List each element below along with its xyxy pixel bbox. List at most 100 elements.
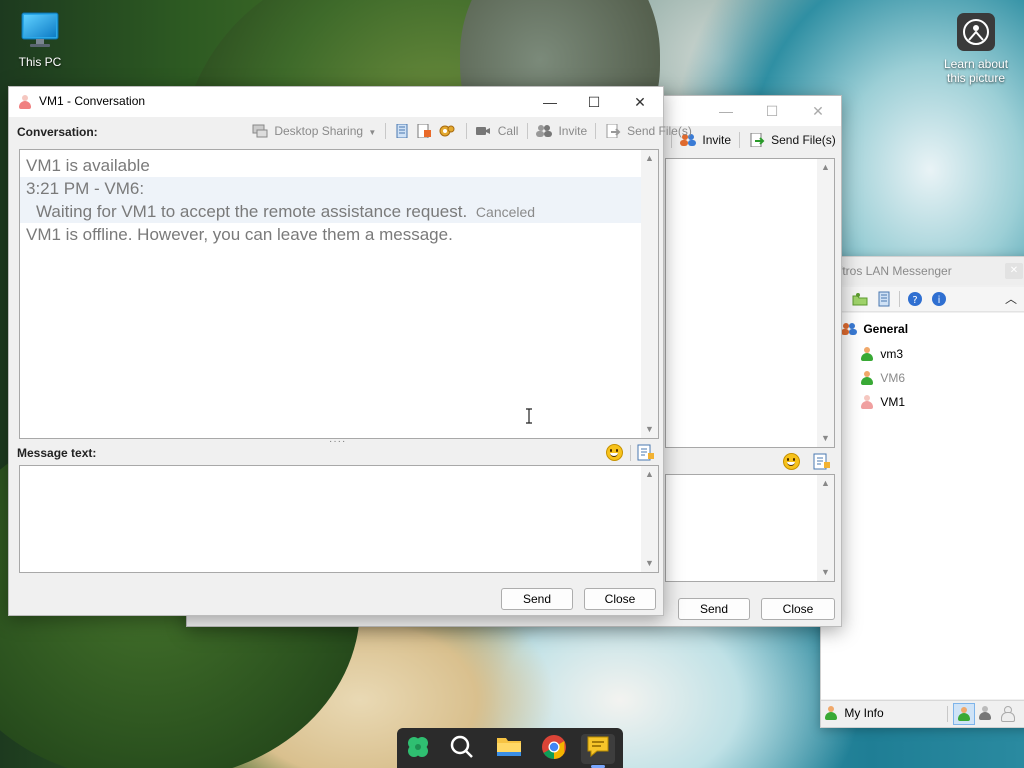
collapse-chevron-icon[interactable]: ︿ — [1005, 290, 1017, 307]
send-files-button[interactable]: Send File(s) — [605, 124, 692, 139]
request-status-label: Canceled — [475, 204, 536, 220]
folder-icon — [497, 738, 521, 756]
svg-text:i: i — [938, 295, 941, 306]
scroll-down-icon[interactable]: ▼ — [817, 564, 834, 581]
transfers-icon[interactable] — [416, 124, 432, 138]
contact-vm1[interactable]: VM1 — [861, 394, 905, 409]
settings-gears-icon[interactable] — [439, 124, 455, 138]
close-button[interactable]: Close — [584, 588, 656, 610]
message-text: VM1 is available — [26, 156, 150, 175]
message-text: VM1 is offline. However, you can leave t… — [26, 225, 453, 244]
messenger-statusbar: My Info — [821, 700, 1024, 727]
bg-maximize-icon[interactable]: ☐ — [749, 96, 795, 126]
smiley-icon — [606, 444, 623, 461]
send-files-label: Send File(s) — [627, 123, 692, 138]
chat-bubble-icon — [587, 736, 609, 758]
scroll-down-icon[interactable]: ▼ — [641, 555, 658, 572]
minimize-icon[interactable]: — — [527, 87, 573, 117]
video-camera-icon — [476, 127, 491, 136]
message-text: Waiting for VM1 to accept the remote ass… — [36, 202, 468, 221]
scroll-up-icon[interactable]: ▲ — [817, 475, 834, 492]
messenger-titlebar: ftros LAN Messenger ✕ — [821, 257, 1024, 285]
close-icon[interactable]: ✕ — [617, 87, 663, 117]
bg-close-icon[interactable]: ✕ — [795, 96, 841, 126]
scroll-up-icon[interactable]: ▲ — [641, 466, 658, 483]
message-line: Waiting for VM1 to accept the remote ass… — [20, 200, 641, 223]
conversation-window: VM1 - Conversation — ☐ ✕ Conversation: D… — [8, 86, 692, 616]
call-button[interactable]: Call — [475, 124, 518, 139]
call-label: Call — [497, 123, 519, 138]
start-button[interactable] — [401, 734, 435, 764]
chrome-icon — [542, 735, 566, 759]
search-icon — [450, 735, 473, 758]
status-busy-button[interactable] — [979, 705, 991, 720]
message-input[interactable]: ▲ ▼ — [19, 465, 659, 573]
contact-available-icon — [861, 346, 873, 361]
desktop-sharing-label: Desktop Sharing — [274, 123, 364, 138]
invite-icon — [536, 125, 553, 138]
scroll-up-icon[interactable]: ▲ — [817, 159, 834, 176]
scroll-down-icon[interactable]: ▼ — [641, 421, 658, 438]
add-contact-folder-icon[interactable] — [852, 291, 868, 307]
status-offline-button[interactable] — [1001, 705, 1015, 722]
bg-input-scrollbar[interactable]: ▲ ▼ — [817, 475, 834, 581]
message-scrollbar[interactable]: ▲ ▼ — [641, 466, 658, 572]
splitter-handle[interactable]: ···· — [329, 437, 346, 447]
font-settings-icon[interactable] — [637, 444, 655, 461]
history-icon[interactable] — [394, 124, 410, 138]
my-info-button[interactable]: My Info — [825, 705, 884, 720]
message-line: VM1 is available — [20, 154, 641, 177]
emoji-button[interactable] — [606, 444, 623, 464]
contact-vm6[interactable]: VM6 — [861, 370, 905, 385]
smiley-icon — [783, 453, 800, 470]
search-button[interactable] — [445, 734, 479, 764]
learn-label-2: this picture — [946, 71, 1006, 85]
file-explorer-button[interactable] — [492, 734, 526, 764]
bg-invite-label: Invite — [702, 132, 732, 147]
conv-titlebar: VM1 - Conversation — ☐ ✕ — [9, 87, 663, 117]
my-info-icon — [825, 705, 837, 720]
status-available-button[interactable] — [953, 703, 975, 725]
svg-text:?: ? — [912, 295, 917, 306]
bg-send-files-button[interactable]: Send File(s) — [749, 133, 836, 148]
desktop-sharing-button[interactable]: Desktop Sharing ▼ — [252, 124, 376, 139]
invite-label: Invite — [558, 123, 588, 138]
history-book-icon[interactable] — [876, 291, 892, 307]
bg-font-settings-icon[interactable] — [813, 453, 831, 470]
group-name: General — [863, 321, 909, 336]
maximize-icon[interactable]: ☐ — [571, 87, 617, 117]
scroll-down-icon[interactable]: ▼ — [817, 430, 834, 447]
messenger-close-icon[interactable]: ✕ — [1005, 263, 1023, 279]
learn-about-picture-icon[interactable]: Learn about this picture — [936, 12, 1016, 85]
bg-emoji-button[interactable] — [783, 453, 800, 473]
camera-info-icon — [957, 13, 995, 51]
contact-vm3[interactable]: vm3 — [861, 346, 903, 361]
this-pc-icon[interactable]: This PC — [2, 10, 78, 69]
send-file-icon — [606, 124, 621, 139]
contact-name: vm3 — [880, 346, 904, 361]
desktop-sharing-icon — [252, 124, 268, 138]
learn-label-1: Learn about — [943, 57, 1009, 71]
conv-toolbar: Desktop Sharing ▼ Call Invite Send File(… — [252, 123, 692, 139]
send-button[interactable]: Send — [501, 588, 573, 610]
invite-button[interactable]: Invite — [536, 124, 587, 139]
contact-name: VM1 — [880, 394, 906, 409]
bg-conv-scrollbar[interactable]: ▲ ▼ — [817, 159, 834, 447]
message-line: 3:21 PM - VM6: — [20, 177, 641, 200]
taskbar — [397, 728, 623, 768]
scroll-up-icon[interactable]: ▲ — [641, 150, 658, 167]
help-icon[interactable]: ? — [907, 291, 923, 307]
bg-message-input[interactable]: ▲ ▼ — [665, 474, 835, 582]
lan-messenger-taskbar-button[interactable] — [581, 734, 615, 768]
info-icon[interactable]: i — [931, 291, 947, 307]
group-general[interactable]: General — [841, 321, 908, 336]
conversation-scrollbar[interactable]: ▲ ▼ — [641, 150, 658, 438]
monitor-icon — [21, 12, 59, 47]
bg-close-button[interactable]: Close — [761, 598, 835, 620]
chrome-button[interactable] — [537, 734, 571, 764]
offline-status-icon — [1001, 705, 1015, 722]
bg-send-button[interactable]: Send — [678, 598, 750, 620]
window-title: VM1 - Conversation — [39, 94, 146, 108]
bg-minimize-icon[interactable]: — — [703, 96, 749, 126]
dropdown-arrow-icon: ▼ — [368, 127, 377, 137]
